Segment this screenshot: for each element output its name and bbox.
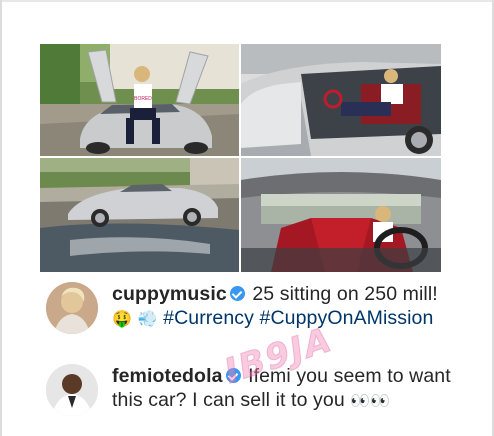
money-mouth-emoji: 🤑 xyxy=(112,309,133,328)
dash-emoji: 💨 xyxy=(137,309,158,328)
hashtag-link[interactable]: #CuppyOnAMission xyxy=(260,307,434,329)
eyes-emoji: 👀👀 xyxy=(350,391,391,410)
photo-woman-in-car[interactable] xyxy=(241,44,441,156)
avatar[interactable] xyxy=(46,364,98,416)
comment-text: femiotedola Ifemi you seem to want this … xyxy=(112,364,457,413)
photo-woman-on-car[interactable]: BORED xyxy=(40,44,239,156)
hashtag-link[interactable]: #Currency xyxy=(163,307,254,329)
comment-body: 25 sitting on 250 mill! xyxy=(252,283,438,305)
verified-badge-icon xyxy=(229,286,245,301)
shirt-text: BORED xyxy=(134,96,152,102)
photo-car-interior[interactable] xyxy=(241,158,441,272)
photo-collage[interactable]: BORED xyxy=(40,44,441,272)
post-screenshot: BORED cuppymusic 25 sitting on 250 mill!… xyxy=(0,0,494,436)
avatar[interactable] xyxy=(46,282,98,334)
username[interactable]: cuppymusic xyxy=(112,283,227,305)
divider xyxy=(0,0,494,2)
comment-text: cuppymusic 25 sitting on 250 mill! 🤑 💨 #… xyxy=(112,282,457,331)
photo-car-side[interactable] xyxy=(40,158,239,272)
username[interactable]: femiotedola xyxy=(112,365,223,387)
divider xyxy=(0,0,2,436)
verified-badge-icon xyxy=(225,368,241,383)
